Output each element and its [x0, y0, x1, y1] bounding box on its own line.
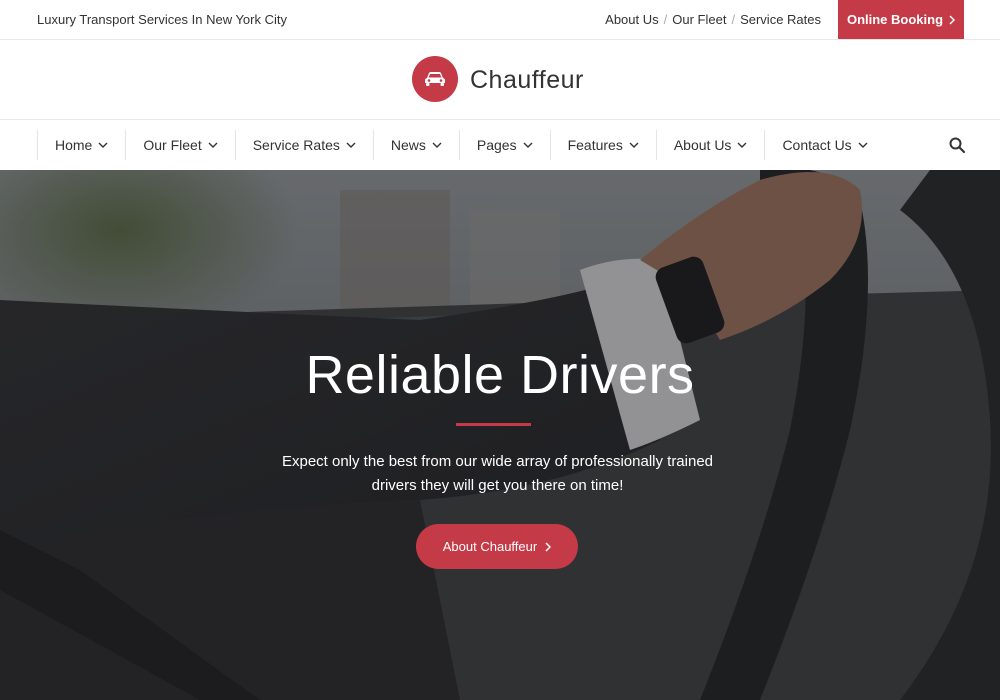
nav-item-label: Service Rates — [252, 137, 340, 153]
nav-item-news[interactable]: News — [372, 130, 459, 160]
top-link-service-rates[interactable]: Service Rates — [740, 12, 821, 27]
nav-item-contact-us[interactable]: Contact Us — [764, 130, 884, 160]
search-icon[interactable] — [948, 136, 966, 154]
chevron-down-icon — [98, 142, 108, 148]
top-link-separator: / — [731, 12, 736, 27]
hero-background-image — [0, 170, 1000, 700]
site-name[interactable]: Chauffeur — [470, 66, 584, 95]
chevron-right-icon — [545, 541, 552, 552]
nav-item-label: About Us — [673, 137, 732, 153]
chevron-down-icon — [208, 142, 218, 148]
chevron-down-icon — [432, 142, 442, 148]
nav-item-service-rates[interactable]: Service Rates — [234, 130, 373, 160]
title-divider — [456, 423, 531, 426]
top-link-about-us[interactable]: About Us — [605, 12, 658, 27]
top-links: About Us / Our Fleet / Service Rates — [605, 12, 821, 27]
main-nav: Home Our Fleet Service Rates News Pages … — [0, 120, 1000, 170]
tagline: Luxury Transport Services In New York Ci… — [37, 12, 287, 27]
nav-item-label: Our Fleet — [143, 137, 202, 153]
logo-area: Chauffeur — [0, 40, 1000, 120]
chevron-down-icon — [523, 142, 533, 148]
online-booking-button[interactable]: Online Booking — [838, 0, 964, 39]
nav-item-features[interactable]: Features — [549, 130, 656, 160]
nav-item-label: Contact Us — [782, 137, 852, 153]
top-link-our-fleet[interactable]: Our Fleet — [672, 12, 726, 27]
car-icon — [425, 72, 445, 86]
nav-item-label: News — [390, 137, 426, 153]
nav-item-label: Features — [567, 137, 623, 153]
nav-item-pages[interactable]: Pages — [458, 130, 550, 160]
chevron-down-icon — [346, 142, 356, 148]
hero-description: Expect only the best from our wide array… — [281, 453, 714, 494]
online-booking-label: Online Booking — [846, 12, 944, 27]
about-chauffeur-label: About Chauffeur — [442, 539, 538, 554]
logo[interactable] — [412, 56, 458, 102]
top-link-separator: / — [663, 12, 668, 27]
nav-item-label: Pages — [476, 137, 517, 153]
chevron-down-icon — [629, 142, 639, 148]
nav-item-about-us[interactable]: About Us — [655, 130, 765, 160]
hero-title: Reliable Drivers — [305, 345, 695, 405]
chevron-down-icon — [858, 142, 868, 148]
nav-item-home[interactable]: Home — [37, 130, 125, 160]
hero-section: Reliable Drivers Expect only the best fr… — [0, 170, 1000, 700]
about-chauffeur-button[interactable]: About Chauffeur — [416, 524, 578, 569]
nav-item-label: Home — [55, 137, 93, 153]
nav-item-our-fleet[interactable]: Our Fleet — [125, 130, 234, 160]
top-bar: Luxury Transport Services In New York Ci… — [0, 0, 1000, 40]
chevron-down-icon — [737, 142, 747, 148]
chevron-right-icon — [949, 14, 956, 25]
